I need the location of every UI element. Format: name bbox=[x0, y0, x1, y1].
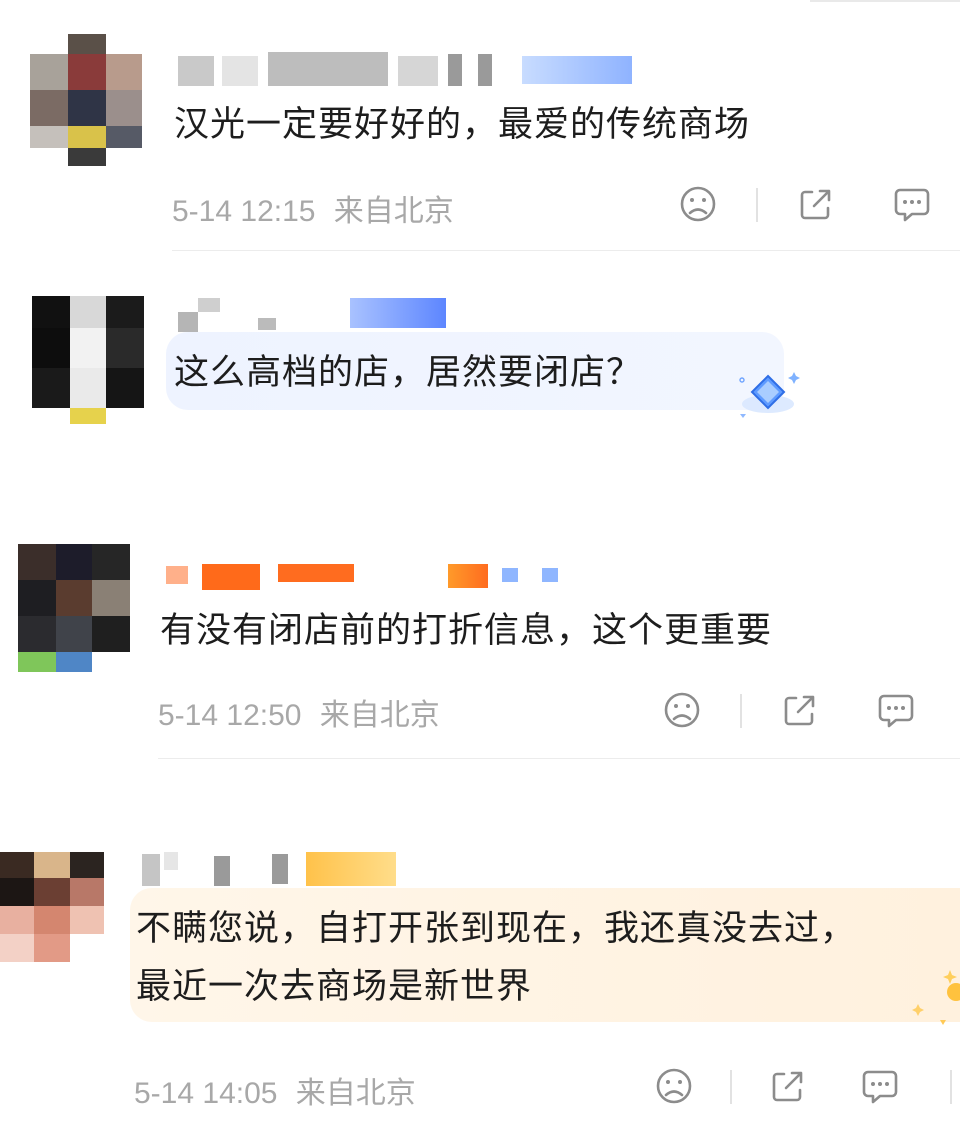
share-icon[interactable] bbox=[796, 184, 836, 224]
share-icon[interactable] bbox=[780, 690, 820, 730]
action-separator bbox=[950, 1070, 952, 1104]
sparkle-decoration-icon bbox=[912, 970, 960, 1025]
comment-text-line: 最近一次去商场是新世界 bbox=[136, 967, 533, 1007]
comment-location: 来自北京 bbox=[333, 195, 454, 228]
diamond-badge-icon bbox=[739, 372, 800, 418]
comment-location: 来自北京 bbox=[295, 1077, 416, 1110]
username-blurred[interactable] bbox=[178, 298, 478, 332]
action-separator bbox=[756, 188, 758, 222]
username-blurred[interactable] bbox=[166, 562, 586, 596]
comment-time: 5-14 12:15 bbox=[172, 195, 316, 228]
comment-item: 这么高档的店，居然要闭店？ bbox=[0, 260, 960, 510]
comment-text-line: 不瞒您说，自打开张到现在，我还真没去过， bbox=[136, 909, 857, 949]
comment-meta: 5-14 14:05 来自北京 bbox=[134, 1068, 416, 1112]
username-blurred[interactable] bbox=[178, 52, 638, 86]
comment-item: 有没有闭店前的打折信息，这个更重要 5-14 12:50 来自北京 bbox=[0, 510, 960, 770]
avatar[interactable] bbox=[30, 34, 142, 166]
comment-item: 汉光一定要好好的，最爱的传统商场 5-14 12:15 来自北京 bbox=[0, 0, 960, 260]
sad-face-icon[interactable] bbox=[662, 690, 702, 730]
comment-icon[interactable] bbox=[876, 690, 916, 730]
comment-text: 汉光一定要好好的，最爱的传统商场 bbox=[174, 105, 751, 145]
comment-divider bbox=[172, 250, 960, 251]
comment-time: 5-14 14:05 bbox=[134, 1077, 278, 1110]
sad-face-icon[interactable] bbox=[678, 184, 718, 224]
comment-divider bbox=[158, 758, 960, 759]
comment-item: 不瞒您说，自打开张到现在，我还真没去过， 最近一次去商场是新世界 5-14 14… bbox=[0, 770, 960, 1130]
username-blurred[interactable] bbox=[142, 852, 422, 886]
action-separator bbox=[740, 694, 742, 728]
avatar[interactable] bbox=[0, 852, 104, 962]
comment-icon[interactable] bbox=[892, 184, 932, 224]
comment-meta: 5-14 12:50 来自北京 bbox=[158, 690, 440, 734]
comment-text: 这么高档的店，居然要闭店？ bbox=[174, 353, 643, 393]
comment-time: 5-14 12:50 bbox=[158, 699, 302, 732]
avatar[interactable] bbox=[32, 296, 144, 428]
comment-icon[interactable] bbox=[860, 1066, 900, 1106]
avatar[interactable] bbox=[18, 544, 130, 676]
action-separator bbox=[730, 1070, 732, 1104]
comment-text: 有没有闭店前的打折信息，这个更重要 bbox=[160, 611, 773, 651]
comment-meta: 5-14 12:15 来自北京 bbox=[172, 186, 454, 230]
comment-location: 来自北京 bbox=[319, 699, 440, 732]
share-icon[interactable] bbox=[768, 1066, 808, 1106]
sad-face-icon[interactable] bbox=[654, 1066, 694, 1106]
